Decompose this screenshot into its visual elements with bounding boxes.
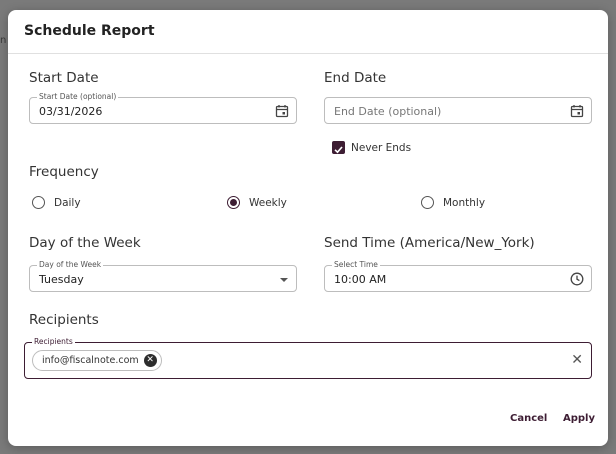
day-of-week-value: Tuesday bbox=[39, 273, 84, 286]
end-date-heading: End Date bbox=[324, 70, 387, 86]
clock-icon[interactable] bbox=[570, 272, 584, 286]
send-time-field[interactable]: Select Time 10:00 AM bbox=[324, 260, 592, 292]
start-date-field[interactable]: Start Date (optional) 03/31/2026 bbox=[29, 92, 297, 124]
frequency-option-monthly[interactable]: Monthly bbox=[421, 196, 485, 209]
recipients-input[interactable]: Recipients info@fiscalnote.com ✕ ✕ bbox=[24, 337, 592, 379]
start-date-value: 03/31/2026 bbox=[39, 105, 103, 118]
cancel-button[interactable]: Cancel bbox=[510, 413, 547, 424]
close-icon[interactable]: ✕ bbox=[571, 353, 583, 367]
day-of-week-heading: Day of the Week bbox=[29, 235, 141, 251]
recipients-heading: Recipients bbox=[29, 312, 99, 328]
schedule-report-dialog: Schedule Report Start Date Start Date (o… bbox=[8, 10, 608, 446]
check-icon bbox=[334, 146, 343, 154]
radio-button[interactable] bbox=[227, 196, 240, 209]
recipient-chip[interactable]: info@fiscalnote.com ✕ bbox=[32, 350, 162, 371]
calendar-icon[interactable] bbox=[275, 104, 289, 118]
recipients-float-label: Recipients bbox=[32, 337, 75, 347]
never-ends-label: Never Ends bbox=[351, 142, 412, 154]
end-date-field[interactable]: End Date (optional) bbox=[324, 97, 592, 124]
apply-button[interactable]: Apply bbox=[563, 413, 595, 424]
radio-button[interactable] bbox=[32, 196, 45, 209]
day-of-week-float-label: Day of the Week bbox=[37, 260, 104, 270]
never-ends-checkbox[interactable] bbox=[332, 141, 345, 154]
day-of-week-select[interactable]: Day of the Week Tuesday bbox=[29, 260, 297, 292]
title-divider bbox=[8, 53, 608, 54]
radio-label: Daily bbox=[54, 196, 81, 209]
send-time-float-label: Select Time bbox=[332, 260, 380, 270]
recipient-chip-label: info@fiscalnote.com bbox=[42, 355, 139, 366]
start-date-float-label: Start Date (optional) bbox=[37, 92, 119, 102]
end-date-placeholder: End Date (optional) bbox=[334, 105, 442, 118]
frequency-option-weekly[interactable]: Weekly bbox=[227, 196, 287, 209]
send-time-heading: Send Time (America/New_York) bbox=[324, 235, 535, 251]
radio-label: Monthly bbox=[443, 196, 486, 209]
chevron-down-icon[interactable] bbox=[280, 278, 288, 282]
calendar-icon[interactable] bbox=[570, 104, 584, 118]
frequency-option-daily[interactable]: Daily bbox=[32, 196, 81, 209]
radio-button[interactable] bbox=[421, 196, 434, 209]
remove-chip-icon[interactable]: ✕ bbox=[143, 354, 157, 367]
start-date-heading: Start Date bbox=[29, 70, 99, 86]
radio-label: Weekly bbox=[249, 196, 287, 209]
frequency-heading: Frequency bbox=[29, 164, 99, 180]
send-time-value: 10:00 AM bbox=[334, 273, 387, 286]
dialog-title: Schedule Report bbox=[24, 23, 155, 39]
